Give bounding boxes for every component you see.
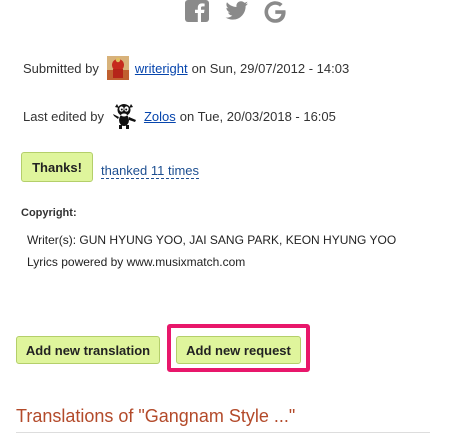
user-avatar-writeright[interactable] (106, 56, 129, 80)
google-icon[interactable] (263, 0, 287, 24)
copyright-label: Copyright: (21, 207, 77, 219)
submitted-line: Submitted by writeright on Sun, 29/07/20… (21, 56, 351, 80)
edited-date: on Tue, 20/03/2018 - 16:05 (179, 108, 336, 124)
add-translation-button[interactable]: Add new translation (16, 336, 160, 364)
user-avatar-zolos[interactable] (112, 102, 138, 130)
facebook-icon[interactable] (185, 0, 211, 24)
thanked-count-link[interactable]: thanked 11 times (101, 163, 200, 179)
submitted-date: on Sun, 29/07/2012 - 14:03 (191, 60, 350, 76)
submitted-prefix: Submitted by (23, 60, 99, 76)
thanks-button[interactable]: Thanks! (21, 152, 93, 182)
translations-heading: Translations of "Gangnam Style ..." (16, 406, 296, 426)
copyright-writers: Writer(s): GUN HYUNG YOO, JAI SANG PARK,… (27, 233, 397, 247)
copyright-powered-by: Lyrics powered by www.musixmatch.com (27, 255, 246, 269)
user-link-writeright[interactable]: writeright (135, 61, 188, 76)
section-divider (16, 432, 430, 433)
user-link-zolos[interactable]: Zolos (144, 109, 176, 124)
add-request-button[interactable]: Add new request (176, 336, 301, 364)
social-share-bar (185, 0, 287, 26)
twitter-icon[interactable] (225, 0, 249, 22)
edited-prefix: Last edited by (23, 108, 104, 124)
edited-line: Last edited by Zolos on Tue, 20/03/2018 … (21, 102, 338, 130)
